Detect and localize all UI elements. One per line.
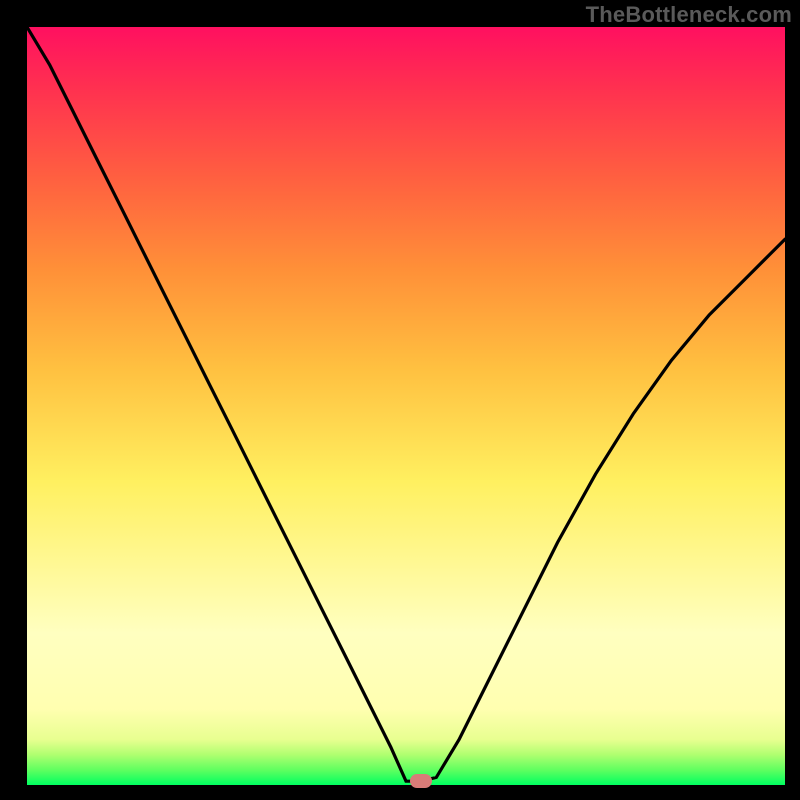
optimal-point-marker <box>410 774 432 788</box>
chart-frame: TheBottleneck.com <box>0 0 800 800</box>
bottleneck-curve <box>27 27 785 781</box>
curve-layer <box>27 27 785 785</box>
watermark-text: TheBottleneck.com <box>586 2 792 28</box>
plot-area <box>27 27 785 785</box>
